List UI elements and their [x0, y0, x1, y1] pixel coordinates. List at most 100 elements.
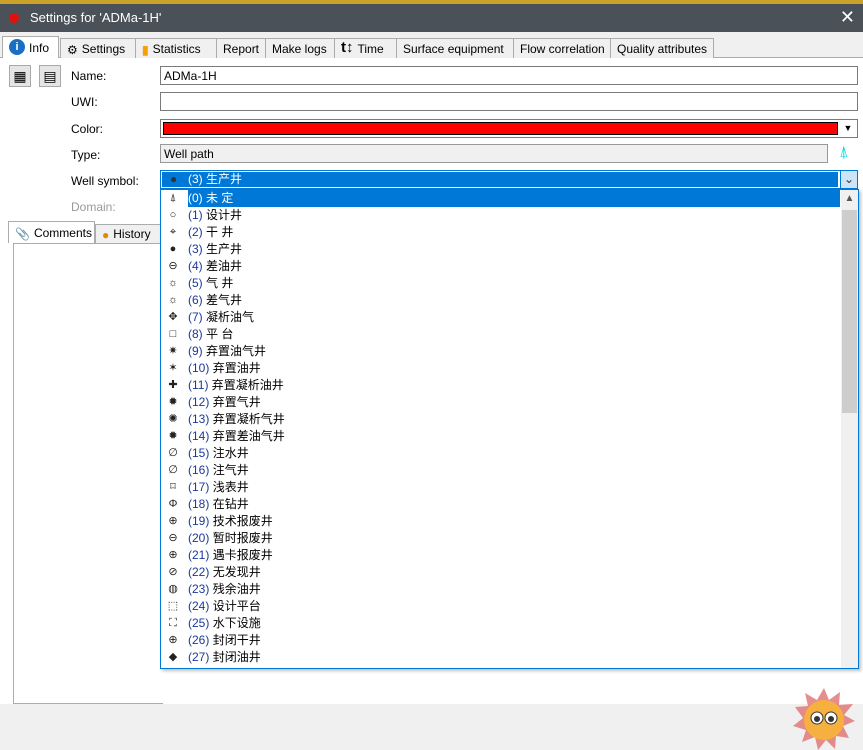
tab-info[interactable]: i Info [2, 36, 59, 59]
item-label: (21) 遇卡报废井 [188, 547, 277, 564]
tab-comments[interactable]: 📎 Comments [8, 221, 95, 243]
well-symbol-icon: ✶ [168, 362, 178, 374]
list-item[interactable]: ○ (1) 设计井 [161, 207, 841, 224]
well-symbol-icon: ⊕ [168, 549, 178, 561]
well-symbol-icon: ✹ [168, 396, 178, 408]
list-item[interactable]: ⬚ (24) 设计平台 [161, 598, 841, 615]
item-number: (0) [188, 191, 203, 205]
item-number: (10) [188, 361, 210, 375]
close-button[interactable]: ✕ [840, 7, 855, 28]
list-item[interactable]: ☼ (5) 气 井 [161, 275, 841, 292]
item-number: (8) [188, 327, 203, 341]
well-symbol-icon: ✷ [168, 345, 178, 357]
list-item[interactable]: ✶ (10) 弃置油井 [161, 360, 841, 377]
item-label: (6) 差气井 [188, 292, 246, 309]
tab-statistics[interactable]: ▮ Statistics [135, 38, 217, 58]
well-symbol-icon: ☼ [167, 277, 179, 289]
color-label: Color: [71, 122, 104, 136]
item-text: 无发现井 [212, 565, 261, 579]
list-item[interactable]: ⊖ (4) 差油井 [161, 258, 841, 275]
uwi-input[interactable] [160, 92, 858, 111]
tab-settings[interactable]: ⚙ Settings [60, 38, 136, 58]
uwi-label: UWI: [71, 95, 98, 109]
type-field: Well path [160, 144, 828, 163]
item-number: (14) [188, 429, 210, 443]
well-symbol-icon: ∅ [168, 464, 178, 476]
item-label: (2) 干 井 [188, 224, 237, 241]
type-label: Type: [71, 148, 101, 162]
item-text: 弃置油井 [212, 361, 261, 375]
well-symbol-icon: □ [169, 328, 177, 340]
item-text: 差油井 [206, 259, 243, 273]
scrollbar[interactable]: ▲ [841, 190, 858, 668]
table-button[interactable]: ▦ [9, 65, 31, 87]
tab-report[interactable]: Report [216, 38, 266, 58]
list-item[interactable]: ✚ (11) 弃置凝析油井 [161, 377, 841, 394]
list-item[interactable]: ✹ (14) 弃置差油气井 [161, 428, 841, 445]
list-item[interactable]: ∅ (16) 注气井 [161, 462, 841, 479]
color-select[interactable]: ▼ [160, 119, 858, 138]
tab-label: Surface equipment [403, 42, 504, 56]
list-item[interactable]: ⌖ (2) 干 井 [161, 224, 841, 241]
tab-time[interactable]: t↕ Time [334, 38, 397, 58]
title-bar: Settings for 'ADMa-1H' ✕ [0, 4, 863, 32]
list-item[interactable]: Φ (18) 在钻井 [161, 496, 841, 513]
item-label: (15) 注水井 [188, 445, 253, 462]
scroll-up-icon[interactable]: ▲ [841, 190, 858, 208]
list-item[interactable]: ◍ (23) 残余油井 [161, 581, 841, 598]
chevron-down-icon[interactable]: ⌄ [840, 171, 857, 188]
item-number: (13) [188, 412, 210, 426]
info-icon: i [9, 39, 25, 56]
list-item[interactable]: ⛶ (25) 水下设施 [161, 615, 841, 632]
list-item[interactable]: ● (3) 生产井 [161, 241, 841, 258]
list-item[interactable]: ⌑ (17) 浅表井 [161, 479, 841, 496]
well-symbol-label: Well symbol: [71, 174, 139, 188]
list-item[interactable]: ∅ (15) 注水井 [161, 445, 841, 462]
well-symbol-icon: ✚ [168, 379, 178, 391]
list-item[interactable]: □ (8) 平 台 [161, 326, 841, 343]
list-item[interactable]: ◆ (27) 封闭油井 [161, 649, 841, 666]
item-text: 气 井 [206, 276, 234, 290]
tab-label: Report [223, 42, 260, 56]
dropdown-arrow-icon[interactable]: ▼ [840, 121, 856, 136]
list-item[interactable]: ✺ (13) 弃置凝析气井 [161, 411, 841, 428]
list-item[interactable]: ⊕ (26) 封闭干井 [161, 632, 841, 649]
list-item[interactable]: ☼ (6) 差气井 [161, 292, 841, 309]
comments-textarea[interactable] [13, 243, 163, 704]
item-text: 设计平台 [212, 599, 261, 613]
tab-history[interactable]: ● History [95, 224, 165, 244]
app-icon [9, 13, 19, 23]
list-item[interactable]: ✷ (9) 弃置油气井 [161, 343, 841, 360]
tab-flow-correlation[interactable]: Flow correlation [513, 38, 611, 58]
item-number: (1) [188, 208, 203, 222]
item-label: (12) 弃置气井 [188, 394, 265, 411]
calculator-button[interactable]: ▤ [39, 65, 61, 87]
name-input[interactable]: ADMa-1H [160, 66, 858, 85]
item-label: (0) 未 定 [188, 190, 840, 207]
list-item[interactable]: ✥ (7) 凝析油气 [161, 309, 841, 326]
item-number: (7) [188, 310, 203, 324]
list-item[interactable]: ✹ (12) 弃置气井 [161, 394, 841, 411]
item-text: 凝析油气 [206, 310, 255, 324]
list-item[interactable]: ⊖ (20) 暂时报废井 [161, 530, 841, 547]
item-text: 封闭油井 [212, 650, 261, 664]
scrollbar-thumb[interactable] [842, 210, 857, 413]
well-symbol-icon: ◆ [168, 651, 178, 663]
tab-quality-attributes[interactable]: Quality attributes [610, 38, 714, 58]
item-label: (16) 注气井 [188, 462, 253, 479]
tab-surface-equipment[interactable]: Surface equipment [396, 38, 514, 58]
well-symbol-icon: ⍋ [169, 192, 177, 204]
list-item[interactable]: ⊕ (21) 遇卡报废井 [161, 547, 841, 564]
well-symbol-icon: ○ [169, 209, 177, 221]
well-symbol-icon: ✥ [168, 311, 178, 323]
well-symbol-select[interactable]: ● (3) 生产井 ⌄ [160, 170, 858, 189]
list-item[interactable]: ⊘ (22) 无发现井 [161, 564, 841, 581]
item-label: (22) 无发现井 [188, 564, 265, 581]
list-item[interactable]: ⊕ (19) 技术报废井 [161, 513, 841, 530]
tab-make-logs[interactable]: Make logs [265, 38, 335, 58]
info-panel: ▦ ▤ Name: ADMa-1H UWI: Color: ▼ Type: We… [0, 58, 863, 750]
list-item[interactable]: ⍋ (0) 未 定 [161, 190, 841, 207]
item-text: 注水井 [212, 446, 249, 460]
item-number: (16) [188, 463, 210, 477]
well-symbol-dropdown-list[interactable]: ⍋ (0) 未 定 ○ (1) 设计井 ⌖ (2) 干 井 ● (3) 生产井 ⊖ (4) 差油井… [160, 189, 859, 669]
